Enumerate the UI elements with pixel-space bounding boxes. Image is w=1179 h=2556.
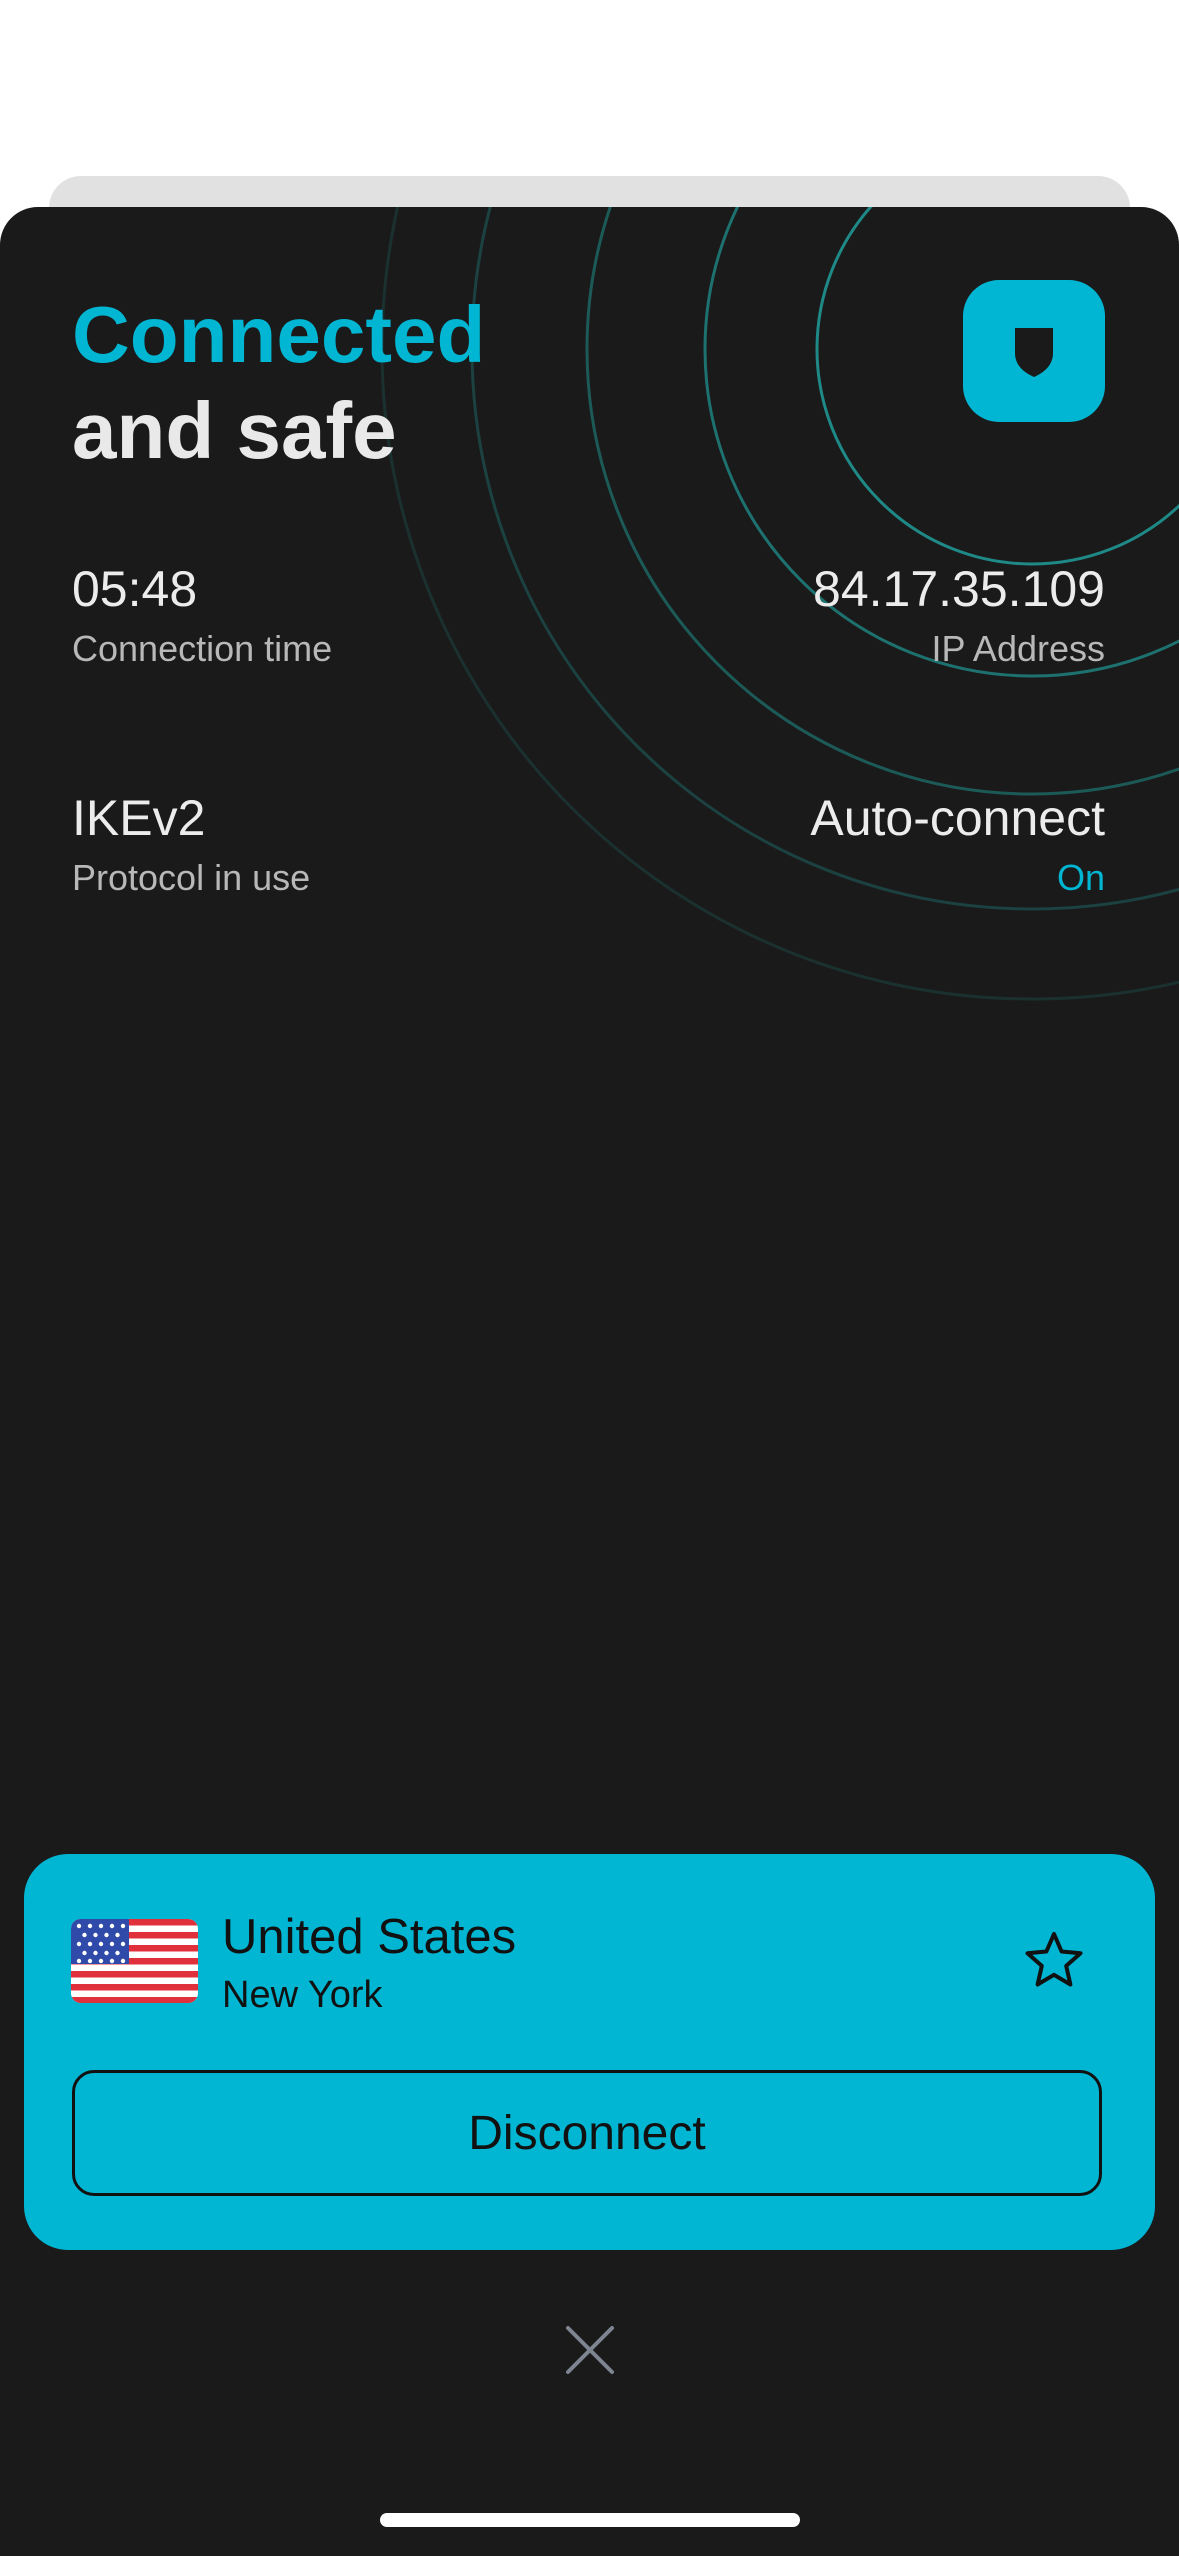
protocol-label: Protocol in use	[72, 857, 311, 898]
vpn-shield-button[interactable]	[963, 280, 1105, 422]
auto-connect-label: Auto-connect	[810, 790, 1105, 846]
us-flag-icon	[71, 1919, 198, 2003]
connection-status-title: Connected and safe	[72, 287, 485, 479]
star-icon[interactable]	[1024, 1930, 1084, 1990]
location-city: New York	[222, 1974, 383, 2016]
ip-address-stat: 84.17.35.109 IP Address	[813, 559, 1105, 671]
disconnect-button[interactable]: Disconnect	[72, 2070, 1102, 2196]
close-icon[interactable]	[562, 2322, 618, 2378]
home-indicator[interactable]	[380, 2513, 800, 2527]
connection-time-value: 05:48	[72, 561, 198, 617]
status-connected-text: Connected	[72, 290, 486, 379]
location-card: United States New York Disconnect	[24, 1854, 1155, 2250]
shield-icon	[1015, 328, 1053, 377]
connection-time-stat: 05:48 Connection time	[72, 559, 332, 671]
connection-time-label: Connection time	[72, 628, 333, 669]
location-country: United States	[222, 1910, 517, 1964]
protocol-stat: IKEv2 Protocol in use	[72, 788, 310, 900]
connection-sheet: Connected and safe 05:48 Connection time…	[0, 207, 1179, 2556]
status-safe-text: and safe	[72, 386, 397, 475]
auto-connect-state: On	[1056, 857, 1105, 898]
ip-address-value: 84.17.35.109	[813, 561, 1105, 617]
auto-connect-stat[interactable]: Auto-connect On	[810, 788, 1105, 900]
ip-address-label: IP Address	[931, 628, 1105, 669]
protocol-value: IKEv2	[72, 790, 206, 846]
